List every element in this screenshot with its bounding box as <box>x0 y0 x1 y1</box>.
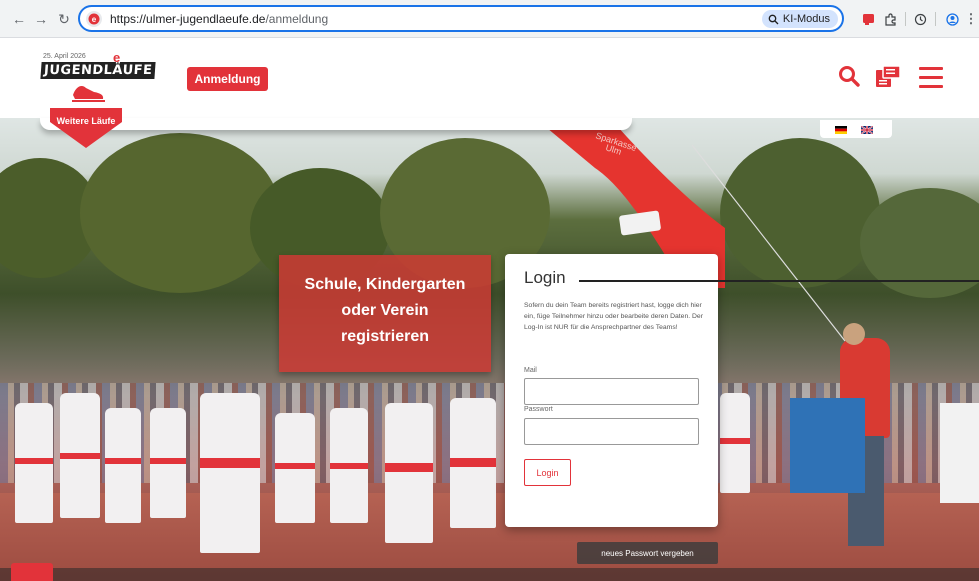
back-icon[interactable]: ← <box>10 10 28 28</box>
url-host: https://ulmer-jugendlaeufe.de <box>110 12 266 26</box>
register-button[interactable]: Anmeldung <box>187 67 268 91</box>
event-logo[interactable]: 25. April 2026 e JUGENDLÄUFE <box>40 50 156 111</box>
login-card: Login Sofern du dein Team bereits regist… <box>505 254 979 527</box>
child-runner <box>720 393 750 493</box>
forward-icon[interactable]: → <box>32 10 50 28</box>
password-label: Passwort <box>524 406 553 413</box>
register-school-panel[interactable]: Schule, Kindergarten oder Verein registr… <box>279 255 491 372</box>
sponsor-banner <box>790 398 865 493</box>
forgot-password-button[interactable]: neues Passwort vergeben <box>577 542 718 564</box>
child-runner <box>450 398 496 528</box>
svg-text:e: e <box>92 15 97 24</box>
login-button[interactable]: Login <box>524 459 571 486</box>
registration-icon[interactable] <box>875 65 902 89</box>
english-flag-icon[interactable] <box>861 126 873 134</box>
sponsor-banner <box>940 403 979 503</box>
puzzle-icon[interactable] <box>881 10 899 28</box>
bottom-bar <box>0 568 979 581</box>
browser-toolbar: ← → ↻ e https://ulmer-jugendlaeufe.de/an… <box>0 0 979 38</box>
more-runs-badge[interactable] <box>50 108 122 148</box>
password-input[interactable] <box>524 418 699 445</box>
menu-icon[interactable]: ⋮ <box>962 10 979 28</box>
ai-mode-label: KI-Modus <box>782 13 830 25</box>
profile-icon[interactable] <box>943 10 961 28</box>
mail-input[interactable] <box>524 378 699 405</box>
history-icon[interactable] <box>911 10 929 28</box>
url-text: https://ulmer-jugendlaeufe.de/anmeldung <box>110 12 328 26</box>
hamburger-menu-icon[interactable] <box>918 65 944 89</box>
child-runner <box>200 393 260 553</box>
header-bottom-edge <box>40 118 632 130</box>
corner-tab[interactable] <box>11 563 53 581</box>
logo-wordmark: JUGENDLÄUFE <box>40 62 156 79</box>
child-runner <box>150 408 186 518</box>
login-description: Sofern du dein Team bereits registriert … <box>524 302 703 331</box>
site-info-icon[interactable]: e <box>86 11 102 27</box>
german-flag-icon[interactable] <box>835 126 847 134</box>
url-path: /anmeldung <box>265 12 329 26</box>
toolbar-divider <box>905 12 906 26</box>
mail-label: Mail <box>524 367 537 374</box>
reload-icon[interactable]: ↻ <box>55 10 73 28</box>
search-icon[interactable] <box>838 65 860 89</box>
login-title-rule <box>579 280 979 282</box>
more-runs-badge-label[interactable]: Weitere Läufe <box>50 116 122 126</box>
running-shoe-icon <box>72 86 105 102</box>
site-header: 25. April 2026 e JUGENDLÄUFE Anmeldung <box>0 38 979 118</box>
ai-search-icon <box>768 14 779 24</box>
toolbar-divider <box>935 12 936 26</box>
register-school-line1: Schule, Kindergarten <box>304 276 466 293</box>
extension-icon[interactable] <box>859 10 877 28</box>
child-runner <box>330 408 368 523</box>
language-switch <box>820 120 892 138</box>
child-runner <box>105 408 141 523</box>
address-bar[interactable]: e https://ulmer-jugendlaeufe.de/anmeldun… <box>78 5 844 32</box>
child-runner <box>60 393 100 518</box>
child-runner <box>275 413 315 523</box>
child-runner <box>15 403 53 523</box>
register-school-line2: oder Verein <box>341 302 429 319</box>
register-school-line3: registrieren <box>340 328 430 345</box>
child-runner <box>385 403 433 543</box>
coach-head <box>843 323 865 345</box>
tree-foliage <box>80 133 280 293</box>
logo-date: 25. April 2026 <box>43 53 86 60</box>
ai-mode-button[interactable]: KI-Modus <box>761 10 838 28</box>
login-title: Login <box>524 268 566 287</box>
